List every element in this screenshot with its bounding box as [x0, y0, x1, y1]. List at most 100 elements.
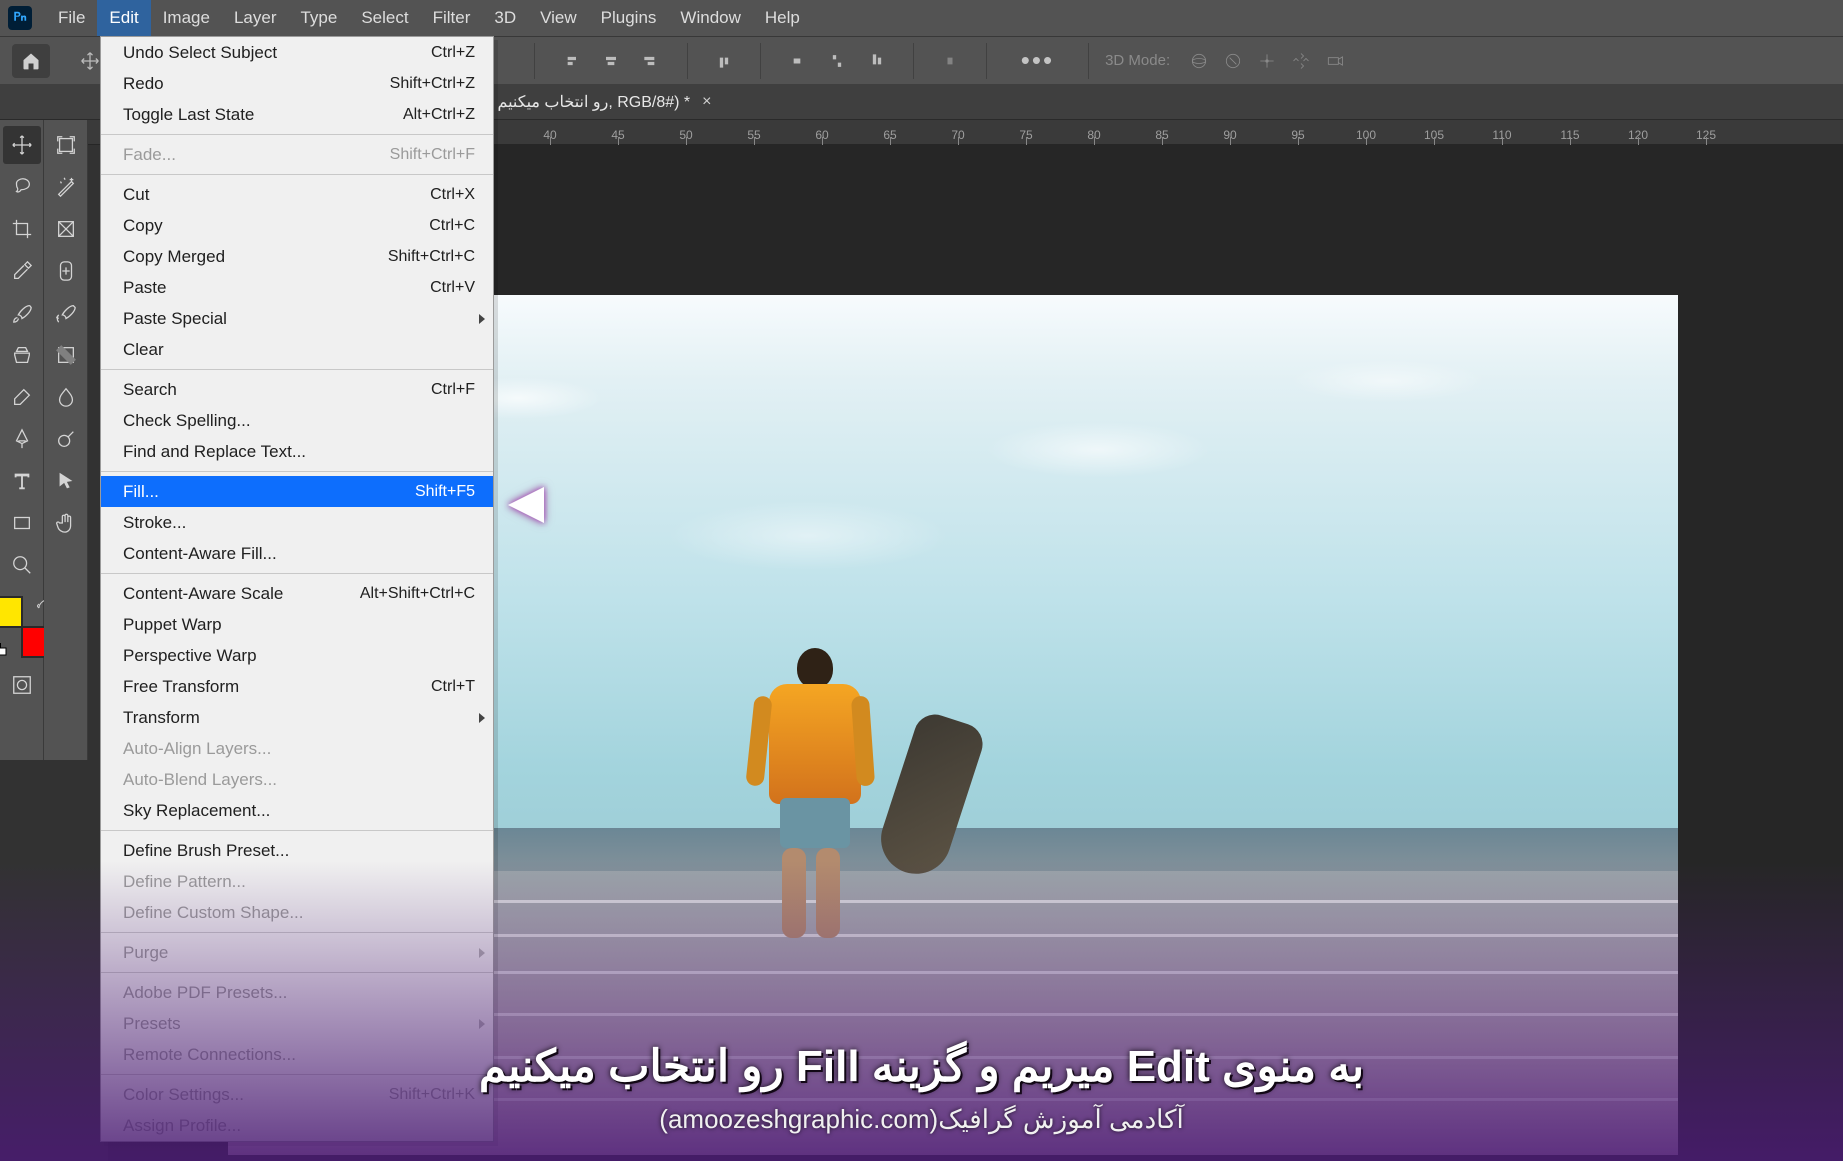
caption-main: به منوی Edit میریم و گزینه Fill رو انتخا…: [0, 1041, 1843, 1092]
magic-wand-tool[interactable]: [47, 168, 85, 206]
path-select-tool[interactable]: [47, 462, 85, 500]
gradient-tool[interactable]: [47, 336, 85, 374]
menu-item-label: Free Transform: [123, 677, 239, 697]
3d-slide-icon[interactable]: [1288, 48, 1314, 74]
ruler-tick: 115: [1536, 128, 1604, 144]
menu-item-copy[interactable]: CopyCtrl+C: [101, 210, 493, 241]
menu-item-perspective-warp[interactable]: Perspective Warp: [101, 640, 493, 671]
hand-tool[interactable]: [47, 504, 85, 542]
menu-item-toggle-last-state[interactable]: Toggle Last StateAlt+Ctrl+Z: [101, 99, 493, 130]
menu-item-label: Presets: [123, 1014, 181, 1034]
menu-image[interactable]: Image: [151, 0, 222, 36]
align-center-h-icon[interactable]: [597, 47, 625, 75]
menu-item-label: Purge: [123, 943, 168, 963]
3d-pan-icon[interactable]: [1254, 48, 1280, 74]
brush-tool[interactable]: [3, 294, 41, 332]
menu-window[interactable]: Window: [668, 0, 752, 36]
rectangle-tool[interactable]: [3, 504, 41, 542]
home-button[interactable]: [12, 44, 50, 78]
menu-item-purge: Purge: [101, 937, 493, 968]
frame-tool[interactable]: [47, 210, 85, 248]
menu-help[interactable]: Help: [753, 0, 812, 36]
menu-item-label: Define Custom Shape...: [123, 903, 303, 923]
artboard-tool[interactable]: [47, 126, 85, 164]
menu-filter[interactable]: Filter: [421, 0, 483, 36]
crop-tool[interactable]: [3, 210, 41, 248]
history-brush-tool[interactable]: [47, 294, 85, 332]
menu-item-fade: Fade... Shift+Ctrl+F: [101, 139, 493, 170]
menu-item-shortcut: Alt+Ctrl+Z: [403, 106, 475, 124]
ruler-tick: 85: [1128, 128, 1196, 144]
quickmask-tool[interactable]: [3, 666, 41, 704]
menu-item-paste[interactable]: PasteCtrl+V: [101, 272, 493, 303]
more-options-icon[interactable]: •••: [1021, 45, 1054, 76]
distribute-bottom-icon[interactable]: [863, 47, 891, 75]
default-colors-icon[interactable]: [0, 642, 7, 656]
menu-item-define-pattern: Define Pattern...: [101, 866, 493, 897]
menu-item-shortcut: Ctrl+X: [430, 186, 475, 204]
menu-item-undo-select-subject[interactable]: Undo Select SubjectCtrl+Z: [101, 37, 493, 68]
menu-item-shortcut: Shift+Ctrl+F: [390, 146, 475, 164]
3d-orbit-icon[interactable]: [1186, 48, 1212, 74]
foreground-color-swatch[interactable]: [0, 596, 23, 628]
menu-item-cut[interactable]: Cut Ctrl+X: [101, 179, 493, 210]
menu-item-find-and-replace-text[interactable]: Find and Replace Text...: [101, 436, 493, 467]
ruler-tick: 50: [652, 128, 720, 144]
pen-tool[interactable]: [3, 420, 41, 458]
menu-item-shortcut: Shift+F5: [415, 483, 475, 501]
close-tab-icon[interactable]: ×: [702, 93, 711, 111]
menu-item-free-transform[interactable]: Free TransformCtrl+T: [101, 671, 493, 702]
caption-overlay: به منوی Edit میریم و گزینه Fill رو انتخا…: [0, 1041, 1843, 1135]
menu-edit[interactable]: Edit: [97, 0, 150, 36]
menu-type[interactable]: Type: [288, 0, 349, 36]
menu-item-copy-merged[interactable]: Copy MergedShift+Ctrl+C: [101, 241, 493, 272]
submenu-arrow-icon: [479, 948, 485, 958]
menu-item-define-brush-preset[interactable]: Define Brush Preset...: [101, 835, 493, 866]
menu-item-label: Fade...: [123, 145, 176, 165]
dodge-tool[interactable]: [47, 420, 85, 458]
menu-item-paste-special[interactable]: Paste Special: [101, 303, 493, 334]
menu-item-label: Stroke...: [123, 513, 186, 533]
distribute-top-icon[interactable]: [783, 47, 811, 75]
menu-select[interactable]: Select: [349, 0, 420, 36]
menu-plugins[interactable]: Plugins: [589, 0, 669, 36]
menu-item-sky-replacement[interactable]: Sky Replacement...: [101, 795, 493, 826]
eyedropper-tool[interactable]: [3, 252, 41, 290]
menu-layer[interactable]: Layer: [222, 0, 289, 36]
menu-item-stroke[interactable]: Stroke...: [101, 507, 493, 538]
zoom-tool[interactable]: [3, 546, 41, 584]
text-tool[interactable]: [3, 462, 41, 500]
move-tool[interactable]: [3, 126, 41, 164]
ruler-tick: 70: [924, 128, 992, 144]
menu-item-define-custom-shape: Define Custom Shape...: [101, 897, 493, 928]
menu-item-label: Cut: [123, 185, 149, 205]
menu-item-redo[interactable]: RedoShift+Ctrl+Z: [101, 68, 493, 99]
menu-item-check-spelling[interactable]: Check Spelling...: [101, 405, 493, 436]
3d-roll-icon[interactable]: [1220, 48, 1246, 74]
clone-stamp-tool[interactable]: [3, 336, 41, 374]
ruler-tick: 120: [1604, 128, 1672, 144]
menu-item-puppet-warp[interactable]: Puppet Warp: [101, 609, 493, 640]
align-left-icon[interactable]: [557, 47, 585, 75]
eraser-tool[interactable]: [3, 378, 41, 416]
healing-brush-tool[interactable]: [47, 252, 85, 290]
align-top-icon[interactable]: [710, 47, 738, 75]
menu-item-search[interactable]: SearchCtrl+F: [101, 374, 493, 405]
lasso-tool[interactable]: [3, 168, 41, 206]
menu-item-label: Define Pattern...: [123, 872, 246, 892]
distribute-center-v-icon[interactable]: [823, 47, 851, 75]
toolbar-primary: [0, 120, 44, 760]
distribute-spacing-icon[interactable]: [936, 47, 964, 75]
menu-item-content-aware-scale[interactable]: Content-Aware ScaleAlt+Shift+Ctrl+C: [101, 578, 493, 609]
menu-item-transform[interactable]: Transform: [101, 702, 493, 733]
3d-camera-icon[interactable]: [1322, 48, 1348, 74]
menu-item-content-aware-fill[interactable]: Content-Aware Fill...: [101, 538, 493, 569]
align-right-icon[interactable]: [637, 47, 665, 75]
menu-item-clear[interactable]: Clear: [101, 334, 493, 365]
ruler-tick: 80: [1060, 128, 1128, 144]
blur-tool[interactable]: [47, 378, 85, 416]
menu-file[interactable]: File: [46, 0, 97, 36]
menu-3d[interactable]: 3D: [482, 0, 528, 36]
menu-item-fill[interactable]: Fill...Shift+F5: [101, 476, 493, 507]
menu-view[interactable]: View: [528, 0, 589, 36]
